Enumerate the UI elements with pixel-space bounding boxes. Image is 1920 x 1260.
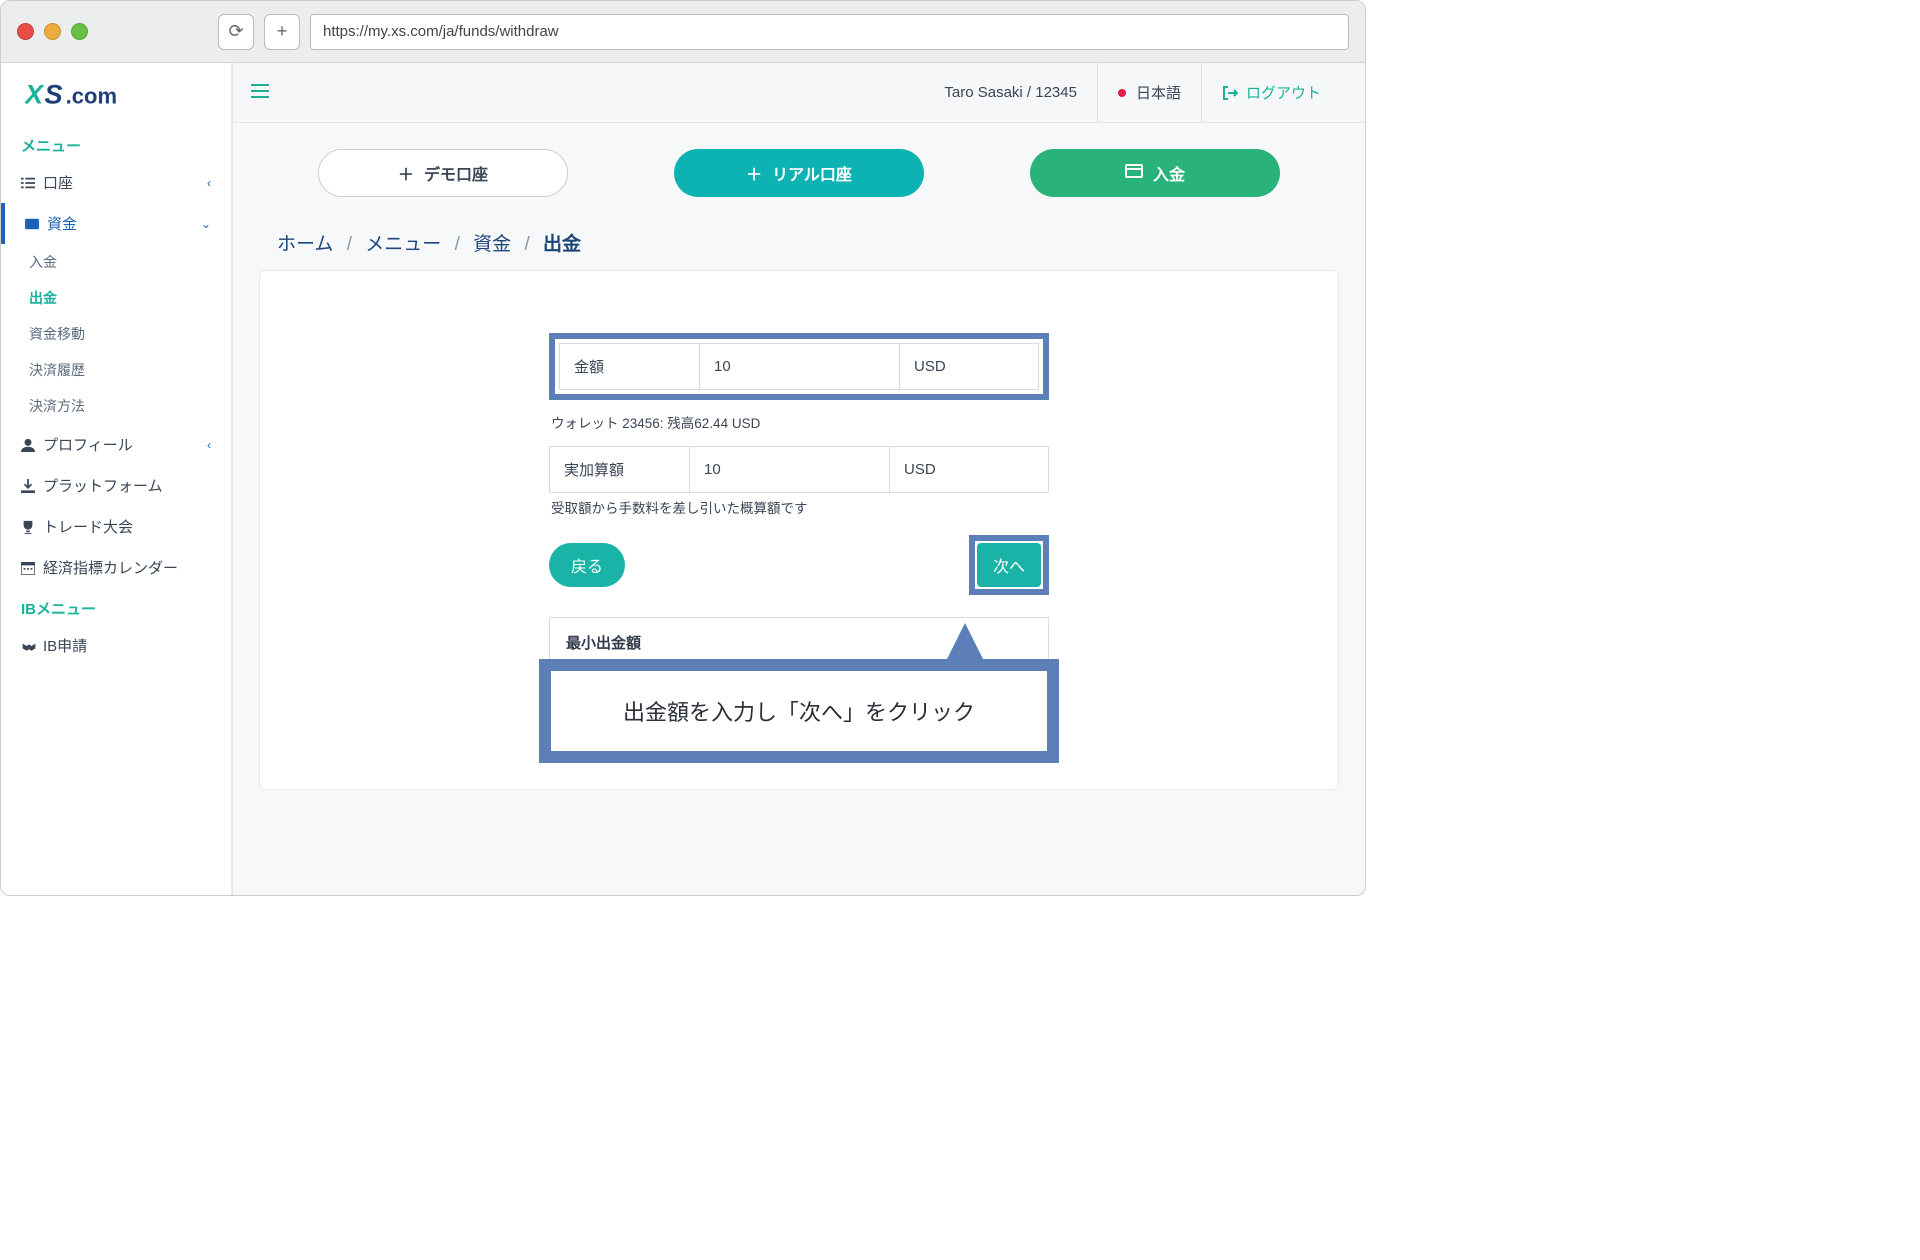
button-label: デモ口座 [424, 161, 488, 185]
wallet-icon [25, 218, 47, 230]
chevron-left-icon: ‹ [207, 176, 211, 190]
url-bar[interactable]: https://my.xs.com/ja/funds/withdraw [310, 14, 1349, 50]
breadcrumb-current: 出金 [543, 234, 581, 255]
language-selector[interactable]: 日本語 [1098, 63, 1201, 123]
browser-window: ⟳ + https://my.xs.com/ja/funds/withdraw … [0, 0, 1366, 896]
instruction-callout: 出金額を入力し「次へ」をクリック [539, 659, 1059, 763]
trophy-icon [21, 520, 43, 534]
user-icon [21, 438, 43, 452]
flag-dot-icon [1118, 89, 1126, 97]
next-button[interactable]: 次へ [977, 543, 1041, 587]
button-label: リアル口座 [772, 161, 852, 185]
plus-icon: ＋ [398, 161, 414, 185]
minimize-window-icon[interactable] [44, 23, 61, 40]
topbar: Taro Sasaki / 12345 日本語 ログアウト [233, 63, 1365, 123]
back-button[interactable]: 戻る [549, 543, 625, 587]
real-account-button[interactable]: ＋ リアル口座 [674, 149, 924, 197]
amount-label: 金額 [560, 344, 700, 389]
sidebar-item-label: トレード大会 [43, 516, 133, 537]
sidebar-item-calendar[interactable]: 経済指標カレンダー [1, 547, 231, 588]
net-row: 実加算額 USD [549, 446, 1049, 493]
wallet-balance-hint: ウォレット 23456: 残高62.44 USD [549, 408, 1049, 446]
button-label: 入金 [1153, 161, 1185, 185]
svg-text:S: S [44, 78, 62, 109]
logo: X S .com [1, 63, 231, 125]
hamburger-icon[interactable] [251, 81, 269, 104]
main: Taro Sasaki / 12345 日本語 ログアウト [233, 63, 1365, 895]
window-controls [17, 23, 88, 40]
sidebar-item-contest[interactable]: トレード大会 [1, 506, 231, 547]
sidebar-sub-transfer[interactable]: 資金移動 [1, 316, 231, 352]
logout-icon [1222, 85, 1238, 101]
sidebar-item-platforms[interactable]: プラットフォーム [1, 465, 231, 506]
list-icon [21, 176, 43, 190]
sidebar-item-account[interactable]: 口座 ‹ [1, 162, 231, 203]
chevron-down-icon: ⌄ [201, 217, 211, 231]
next-highlight: 次へ [969, 535, 1049, 595]
chevron-left-icon: ‹ [207, 438, 211, 452]
logout-button[interactable]: ログアウト [1202, 63, 1341, 123]
net-input[interactable] [704, 461, 875, 478]
sidebar-item-label: 資金 [47, 213, 77, 234]
sidebar-sub-methods[interactable]: 決済方法 [1, 388, 231, 424]
logout-label: ログアウト [1246, 82, 1321, 103]
calendar-icon [21, 561, 43, 575]
deposit-button[interactable]: 入金 [1030, 149, 1280, 197]
plus-icon: ＋ [746, 161, 762, 185]
maximize-window-icon[interactable] [71, 23, 88, 40]
sidebar: X S .com メニュー 口座 ‹ 資金 ⌄ 入金 [1, 63, 233, 895]
amount-cell [700, 344, 900, 389]
svg-text:.com: .com [66, 83, 117, 108]
sidebar-section-ib: IBメニュー [1, 588, 231, 625]
sidebar-sub-deposit[interactable]: 入金 [1, 244, 231, 280]
breadcrumb-home[interactable]: ホーム [277, 234, 333, 255]
content: ＋ デモ口座 ＋ リアル口座 入金 ホーム [233, 123, 1365, 895]
sidebar-item-label: IB申請 [43, 635, 87, 656]
sidebar-sub-withdraw[interactable]: 出金 [1, 280, 231, 316]
handshake-icon [21, 640, 43, 652]
net-label: 実加算額 [550, 447, 690, 492]
reload-button[interactable]: ⟳ [218, 14, 254, 50]
close-window-icon[interactable] [17, 23, 34, 40]
amount-unit: USD [900, 344, 1038, 389]
sidebar-item-label: プラットフォーム [43, 475, 163, 496]
action-row: ＋ デモ口座 ＋ リアル口座 入金 [255, 141, 1343, 213]
new-tab-button[interactable]: + [264, 14, 300, 50]
user-label: Taro Sasaki / 12345 [924, 63, 1097, 123]
svg-text:X: X [25, 78, 45, 109]
sidebar-item-profile[interactable]: プロフィール ‹ [1, 424, 231, 465]
sidebar-sub-history[interactable]: 決済履歴 [1, 352, 231, 388]
net-unit: USD [890, 447, 1048, 492]
sidebar-item-label: プロフィール [43, 434, 133, 455]
sidebar-item-ib-apply[interactable]: IB申請 [1, 625, 231, 666]
sidebar-item-label: 口座 [43, 172, 73, 193]
sidebar-item-funds[interactable]: 資金 ⌄ [1, 203, 231, 244]
breadcrumb-menu[interactable]: メニュー [365, 234, 441, 255]
breadcrumb: ホーム / メニュー / 資金 / 出金 [255, 213, 1343, 270]
breadcrumb-funds[interactable]: 資金 [473, 234, 511, 255]
language-label: 日本語 [1136, 82, 1181, 103]
net-hint: 受取額から手数料を差し引いた概算額です [549, 493, 1049, 531]
amount-input[interactable] [714, 358, 885, 375]
download-icon [21, 479, 43, 493]
callout-text: 出金額を入力し「次へ」をクリック [623, 700, 975, 725]
withdraw-card: 金額 USD ウォレット 23456: 残高62.44 USD 実加算額 [259, 270, 1339, 790]
net-cell [690, 447, 890, 492]
callout-pointer-icon [941, 623, 989, 671]
sidebar-item-label: 経済指標カレンダー [43, 557, 178, 578]
card-icon [1125, 164, 1143, 183]
sidebar-section-menu: メニュー [1, 125, 231, 162]
browser-chrome: ⟳ + https://my.xs.com/ja/funds/withdraw [1, 1, 1365, 63]
demo-account-button[interactable]: ＋ デモ口座 [318, 149, 568, 197]
amount-highlight: 金額 USD [549, 333, 1049, 400]
button-row: 戻る 次へ [549, 535, 1049, 595]
amount-row: 金額 USD [559, 343, 1039, 390]
